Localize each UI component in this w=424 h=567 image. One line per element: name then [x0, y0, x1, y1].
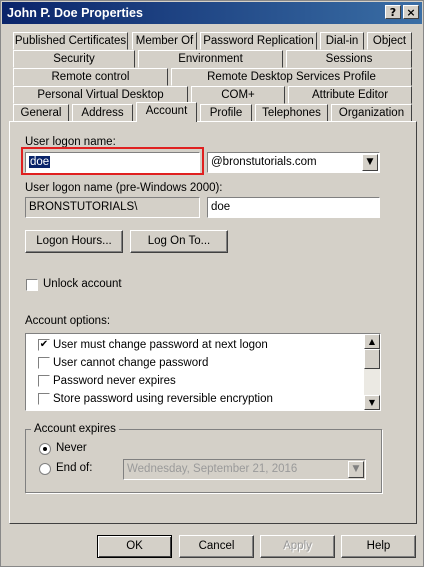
option-checkbox-must-change[interactable]: ✔ — [38, 339, 50, 351]
tab-attribute-editor[interactable]: Attribute Editor — [288, 86, 412, 104]
option-label: User must change password at next logon — [53, 339, 268, 351]
cancel-button[interactable]: Cancel — [179, 535, 254, 558]
ok-button[interactable]: OK — [97, 535, 172, 558]
logon-name-input[interactable]: doe — [25, 152, 200, 173]
help-button[interactable]: Help — [341, 535, 416, 558]
apply-button[interactable]: Apply — [260, 535, 335, 558]
tab-address[interactable]: Address — [72, 104, 133, 122]
tab-com-plus[interactable]: COM+ — [191, 86, 285, 104]
upn-suffix-value: @bronstutorials.com — [211, 156, 317, 168]
help-title-button[interactable]: ? — [385, 5, 401, 19]
option-label: Password never expires — [53, 375, 176, 387]
scroll-thumb[interactable] — [364, 349, 380, 369]
option-checkbox-reversible[interactable] — [38, 393, 50, 405]
chevron-down-icon[interactable]: ▼ — [362, 154, 378, 171]
tab-published-certificates[interactable]: Published Certificates — [13, 32, 128, 50]
tab-remote-control[interactable]: Remote control — [13, 68, 168, 86]
tab-profile[interactable]: Profile — [200, 104, 252, 122]
logon-to-button[interactable]: Log On To... — [130, 230, 228, 253]
option-checkbox-cannot-change[interactable] — [38, 357, 50, 369]
tab-organization[interactable]: Organization — [331, 104, 412, 122]
tab-object[interactable]: Object — [367, 32, 412, 50]
window-title: John P. Doe Properties — [7, 6, 143, 20]
tab-sessions[interactable]: Sessions — [286, 50, 412, 68]
tab-member-of[interactable]: Member Of — [132, 32, 197, 50]
logon-hours-button[interactable]: Logon Hours... — [25, 230, 123, 253]
end-of-date-value: Wednesday, September 21, 2016 — [127, 463, 298, 475]
logon-name-value: doe — [29, 156, 51, 168]
close-icon[interactable]: × — [403, 5, 419, 19]
option-label: Store password using reversible encrypti… — [53, 393, 273, 405]
pre2000-domain-field: BRONSTUTORIALS\ — [25, 197, 200, 218]
pre2000-user-input[interactable]: doe — [207, 197, 380, 218]
properties-window: John P. Doe Properties ? × Published Cer… — [0, 0, 424, 567]
tab-password-replication[interactable]: Password Replication — [200, 32, 317, 50]
account-options-label: Account options: — [25, 315, 111, 327]
title-bar: John P. Doe Properties ? × — [2, 2, 422, 24]
account-expires-label: Account expires — [31, 423, 119, 435]
scroll-up-icon[interactable]: ▲ — [364, 334, 380, 349]
never-radio[interactable] — [39, 443, 51, 455]
tab-dial-in[interactable]: Dial-in — [320, 32, 364, 50]
unlock-account-checkbox[interactable] — [26, 279, 38, 291]
tab-environment[interactable]: Environment — [138, 50, 283, 68]
pre2000-label: User logon name (pre-Windows 2000): — [25, 182, 223, 194]
scroll-down-icon[interactable]: ▼ — [364, 395, 380, 410]
options-scrollbar[interactable]: ▲ ▼ — [364, 334, 380, 410]
tab-general[interactable]: General — [13, 104, 69, 122]
end-of-radio[interactable] — [39, 463, 51, 475]
tab-rds-profile[interactable]: Remote Desktop Services Profile — [171, 68, 412, 86]
unlock-account-label: Unlock account — [43, 278, 122, 290]
tab-security[interactable]: Security — [13, 50, 135, 68]
never-label: Never — [56, 442, 87, 454]
option-label: User cannot change password — [53, 357, 209, 369]
upn-suffix-dropdown[interactable]: @bronstutorials.com ▼ — [207, 152, 380, 173]
end-of-label: End of: — [56, 462, 93, 474]
tab-account[interactable]: Account — [136, 102, 197, 122]
option-checkbox-never-expires[interactable] — [38, 375, 50, 387]
calendar-dropdown-icon[interactable]: ▼ — [348, 461, 364, 478]
end-of-date-picker[interactable]: Wednesday, September 21, 2016 ▼ — [123, 459, 366, 480]
tab-telephones[interactable]: Telephones — [255, 104, 328, 122]
account-options-list[interactable]: ✔ User must change password at next logo… — [25, 333, 381, 411]
